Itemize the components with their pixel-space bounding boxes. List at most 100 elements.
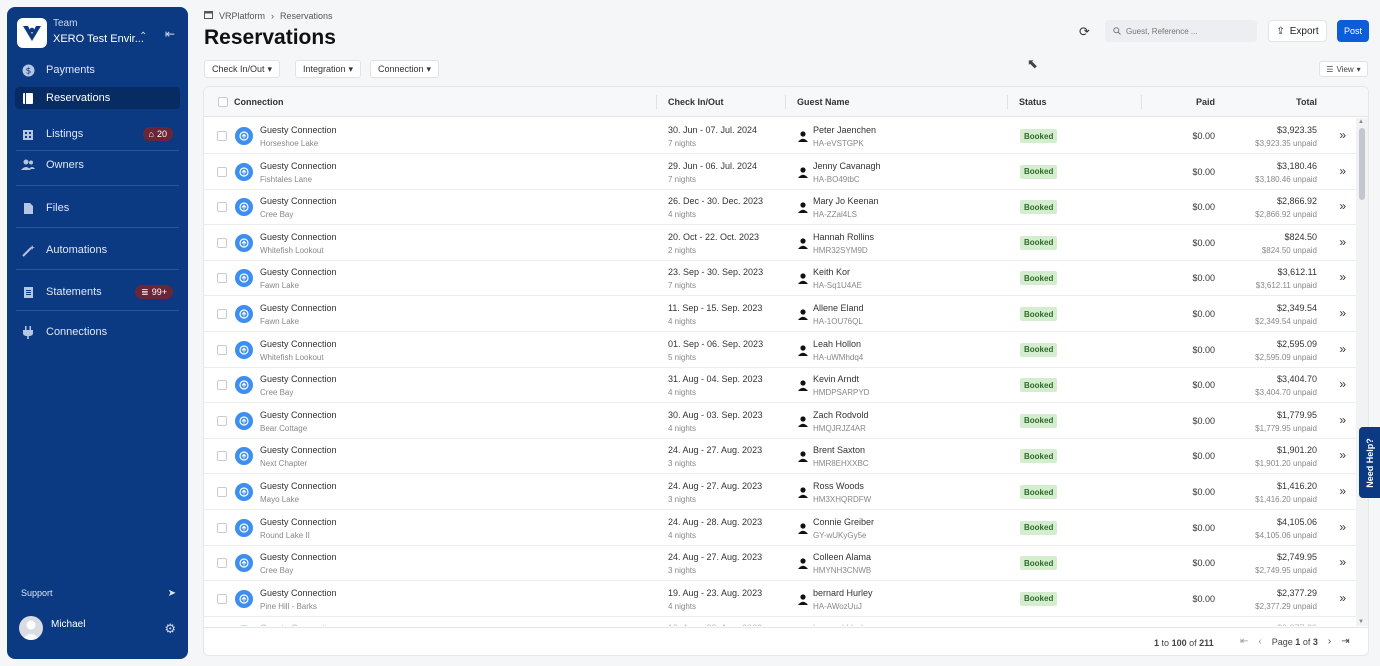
support-link[interactable]: Support ➤: [21, 588, 176, 599]
sidebar-item-listings[interactable]: Listings ⌂ 20: [15, 123, 180, 145]
scroll-up-icon[interactable]: ▲: [1358, 119, 1364, 125]
open-reservation-icon[interactable]: »: [1339, 555, 1346, 569]
table-row[interactable]: Guesty ConnectionPine Hill - Barks19. Au…: [204, 616, 1356, 626]
sidebar-item-reservations[interactable]: Reservations: [15, 87, 180, 109]
vertical-scrollbar[interactable]: ▲ ▼: [1356, 118, 1368, 626]
guesty-connection-icon: [235, 340, 253, 359]
sidebar-item-connections[interactable]: Connections: [15, 321, 180, 343]
row-checkbox[interactable]: [217, 558, 227, 569]
table-row[interactable]: Guesty Connection Cree Bay 26. Dec - 30. D…: [204, 189, 1356, 226]
row-checkbox[interactable]: [217, 380, 227, 391]
row-checkbox[interactable]: [217, 487, 227, 497]
open-reservation-icon[interactable]: »: [1339, 270, 1346, 284]
reservation-reference: HA-ZZal4LS: [813, 210, 858, 220]
sidebar-item-label: Automations: [46, 244, 108, 256]
table-row[interactable]: Guesty Connection Fawn Lake 23. Sep - 30. …: [204, 260, 1356, 297]
open-reservation-icon[interactable]: »: [1339, 199, 1346, 213]
open-reservation-icon[interactable]: »: [1339, 484, 1346, 498]
table-row[interactable]: Guesty Connection Cree Bay 24. Aug - 27. A…: [204, 545, 1356, 582]
row-checkbox[interactable]: [217, 166, 227, 177]
open-reservation-icon[interactable]: »: [1339, 377, 1346, 391]
filter-integration[interactable]: Integration ▾: [295, 60, 362, 78]
sidebar-item-statements[interactable]: Statements ≣ 99+: [15, 281, 180, 303]
table-row[interactable]: Guesty Connection Round Lake II 24. Aug - …: [204, 510, 1356, 546]
total-amount: $3,404.70: [1276, 374, 1317, 385]
gear-icon[interactable]: ⚙: [164, 621, 176, 637]
sidebar-item-label: Listings: [46, 128, 84, 140]
file-icon: [21, 201, 35, 215]
reservation-reference: GY-wUKyGy5e: [813, 530, 867, 540]
status-badge: Booked: [1020, 556, 1058, 571]
open-reservation-icon[interactable]: »: [1339, 448, 1346, 462]
row-checkbox[interactable]: [217, 344, 227, 355]
last-page-icon[interactable]: ⇥: [1341, 636, 1349, 647]
row-checkbox[interactable]: [217, 593, 227, 604]
column-guest-name[interactable]: Guest Name: [797, 97, 850, 107]
table-row[interactable]: Guesty Connection Next Chapter 24. Aug - 2…: [204, 438, 1356, 475]
breadcrumb-root[interactable]: VRPlatform: [219, 11, 265, 21]
filter-check-in-out[interactable]: Check In/Out ▾: [204, 60, 281, 78]
table-row[interactable]: Guesty Connection Fawn Lake 11. Sep - 15. …: [204, 296, 1356, 332]
column-status[interactable]: Status: [1019, 97, 1047, 107]
refresh-icon[interactable]: ⟳: [1079, 24, 1090, 40]
table-row[interactable]: Guesty Connection Whitefish Lookout 01. Se…: [204, 332, 1356, 368]
search-input[interactable]: [1126, 26, 1246, 36]
table-row[interactable]: Guesty Connection Bear Cottage 30. Aug - 0…: [204, 403, 1356, 439]
open-reservation-icon[interactable]: »: [1339, 413, 1346, 427]
column-connection[interactable]: Connection: [234, 97, 284, 107]
row-checkbox[interactable]: [217, 309, 227, 319]
team-switcher[interactable]: Team XERO Test Envir... ⌃: [17, 18, 178, 54]
column-divider: [785, 95, 786, 109]
open-reservation-icon[interactable]: »: [1339, 591, 1346, 605]
sidebar-item-owners[interactable]: Owners: [15, 154, 180, 176]
row-checkbox[interactable]: [217, 522, 227, 533]
open-reservation-icon[interactable]: »: [1339, 306, 1346, 320]
open-reservation-icon[interactable]: »: [1339, 164, 1346, 178]
guesty-connection-icon: [235, 127, 253, 145]
home-icon: ⌂: [148, 129, 154, 139]
scroll-down-icon[interactable]: ▼: [1358, 619, 1364, 625]
user-menu[interactable]: Michael ⚙: [19, 616, 176, 642]
collapse-sidebar-icon[interactable]: ⇤: [165, 27, 175, 41]
table-row[interactable]: Guesty Connection Whitefish Lookout 20. Oc…: [204, 225, 1356, 261]
connection-name: Guesty Connection: [260, 481, 337, 491]
scroll-thumb[interactable]: [1359, 128, 1365, 200]
total-amount: $3,612.11: [1277, 267, 1317, 278]
column-total[interactable]: Total: [1296, 97, 1317, 107]
open-reservation-icon[interactable]: »: [1339, 235, 1346, 249]
export-button[interactable]: ⇪ Export: [1268, 20, 1327, 42]
post-button[interactable]: Post: [1337, 20, 1369, 42]
search-box[interactable]: [1105, 20, 1257, 42]
open-reservation-icon[interactable]: »: [1339, 128, 1346, 142]
row-checkbox[interactable]: [217, 202, 227, 213]
table-row[interactable]: Guesty Connection Horseshoe Lake 30. Jun -…: [204, 118, 1356, 154]
view-options-button[interactable]: ☰ View ▾: [1319, 61, 1368, 77]
row-checkbox[interactable]: [217, 131, 227, 141]
open-reservation-icon[interactable]: »: [1339, 520, 1346, 534]
open-reservation-icon[interactable]: »: [1339, 342, 1346, 356]
need-help-tab[interactable]: Need Help?: [1359, 427, 1380, 498]
sidebar-item-payments[interactable]: $ Payments: [15, 59, 180, 81]
guest-name: Peter Jaenchen: [813, 125, 877, 135]
first-page-icon[interactable]: ⇤: [1240, 636, 1248, 647]
sidebar-item-files[interactable]: Files: [15, 197, 180, 219]
row-checkbox[interactable]: [217, 415, 227, 426]
table-row[interactable]: Guesty Connection Mayo Lake 24. Aug - 27. …: [204, 474, 1356, 510]
select-all-checkbox[interactable]: [218, 97, 228, 107]
column-paid[interactable]: Paid: [1196, 97, 1215, 107]
row-checkbox[interactable]: [217, 273, 227, 284]
table-row[interactable]: Guesty Connection Fishtales Lane 29. Jun -…: [204, 154, 1356, 190]
previous-page-icon[interactable]: ‹: [1258, 636, 1261, 647]
page-indicator: Page 1 of 3: [1271, 636, 1318, 647]
sidebar-item-automations[interactable]: Automations: [15, 239, 180, 261]
table-row[interactable]: Guesty ConnectionPine Hill - Barks19. Au…: [204, 581, 1356, 617]
connection-name: Guesty Connection: [260, 196, 337, 207]
filter-connection[interactable]: Connection ▾: [370, 60, 440, 78]
row-checkbox[interactable]: [217, 451, 227, 462]
table-row[interactable]: Guesty Connection Cree Bay 31. Aug - 04. S…: [204, 367, 1356, 404]
guest-name: Leah Hollon: [813, 338, 862, 349]
column-check-in-out[interactable]: Check In/Out: [668, 97, 724, 107]
next-page-icon[interactable]: ›: [1328, 636, 1331, 647]
row-checkbox[interactable]: [217, 237, 227, 248]
connection-name: Guesty Connection: [260, 623, 337, 626]
